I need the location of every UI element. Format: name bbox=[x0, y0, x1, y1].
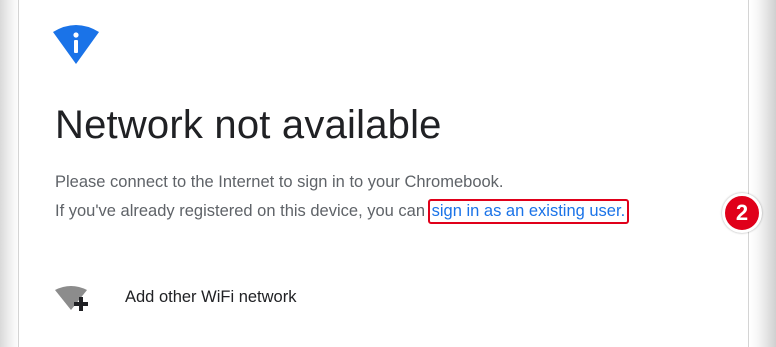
oobe-screen: Network not available Please connect to … bbox=[0, 0, 776, 347]
wifi-add-icon bbox=[55, 286, 88, 311]
network-error-dialog: Network not available Please connect to … bbox=[18, 0, 749, 347]
registered-message-text: If you've already registered on this dev… bbox=[55, 202, 430, 220]
annotation-badge: 2 bbox=[722, 193, 762, 233]
add-wifi-network-label: Add other WiFi network bbox=[125, 288, 297, 306]
page-title: Network not available bbox=[55, 103, 442, 147]
info-icon bbox=[53, 25, 99, 64]
add-wifi-network-button[interactable]: Add other WiFi network bbox=[53, 280, 653, 314]
registered-message: If you've already registered on this dev… bbox=[55, 199, 630, 224]
sign-in-existing-user-link[interactable]: sign in as an existing user. bbox=[427, 199, 630, 224]
connect-message: Please connect to the Internet to sign i… bbox=[55, 173, 504, 191]
